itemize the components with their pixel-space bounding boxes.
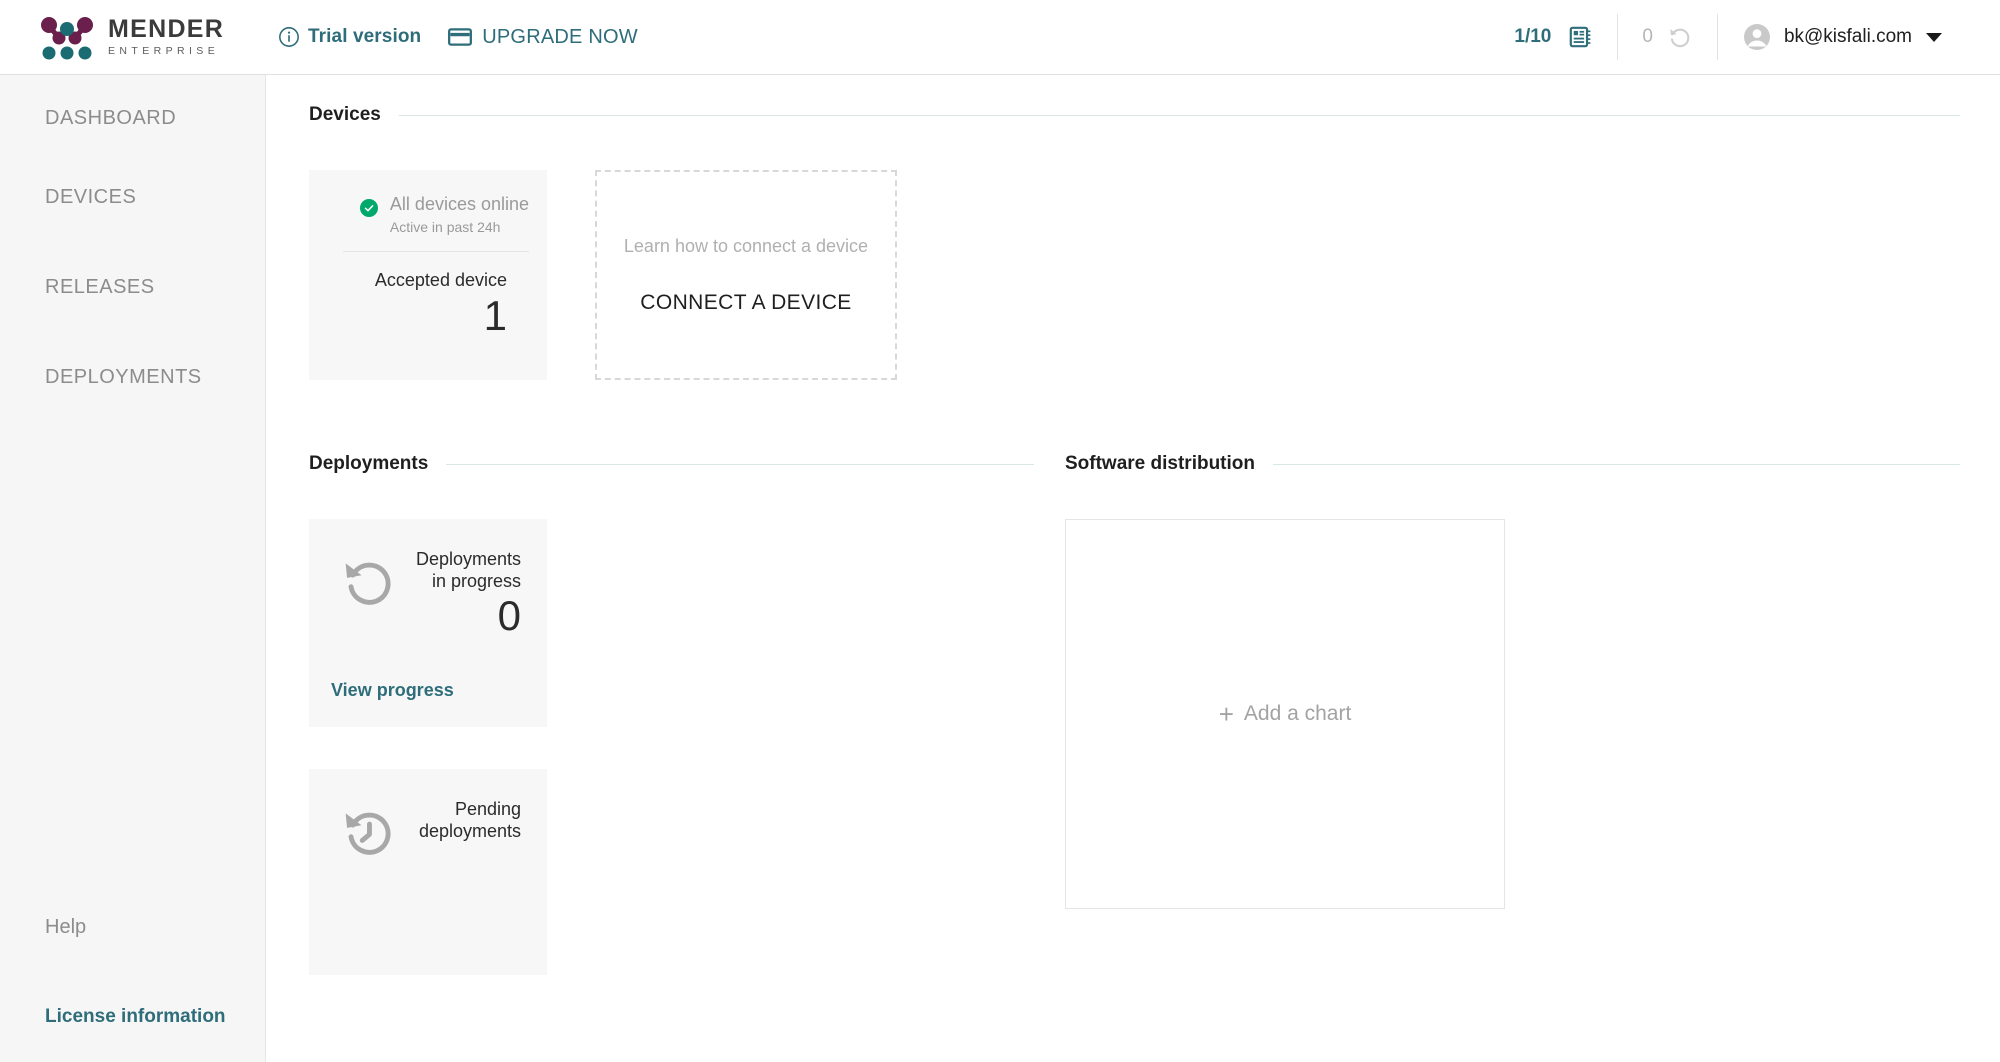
deployments-label-line2: in progress (431, 570, 521, 591)
pending-deployments-tile[interactable]: Pending deployments (309, 769, 547, 976)
history-rotate-icon (1667, 24, 1693, 50)
mender-logo-icon (40, 14, 94, 60)
section-title: Deployments (309, 453, 429, 474)
account-circle-icon (1742, 22, 1772, 52)
add-chart-box[interactable]: + Add a chart (1065, 519, 1505, 909)
devices-section: Devices All devices online Active in pas… (309, 104, 1960, 380)
sidebar-item-dashboard[interactable]: DASHBOARD (0, 75, 265, 152)
trial-version-label: Trial version (308, 26, 422, 47)
sidebar-license-label: License information (45, 1006, 226, 1027)
sidebar-item-label: DASHBOARD (45, 107, 177, 129)
account-email: bk@kisfali.com (1783, 26, 1912, 47)
rotate-left-icon (341, 555, 397, 611)
accepted-devices-tile[interactable]: All devices online Active in past 24h Ac… (309, 170, 547, 380)
account-menu[interactable]: bk@kisfali.com (1718, 14, 1966, 60)
trial-banner: Trial version UPGRADE NOW (278, 24, 638, 50)
device-limit-indicator[interactable]: 1/10 (1490, 14, 1617, 60)
logo-title: MENDER (108, 15, 225, 44)
logo[interactable]: MENDER ENTERPRISE (0, 0, 266, 75)
sidebar-item-deployments[interactable]: DEPLOYMENTS (0, 332, 265, 422)
view-progress-link[interactable]: View progress (331, 680, 525, 727)
sidebar-item-label: DEVICES (45, 185, 137, 208)
add-chart-label: Add a chart (1243, 702, 1352, 725)
section-divider (398, 114, 1960, 116)
accepted-device-body: Accepted device 1 (331, 252, 529, 338)
deployments-in-progress-texts: Deployments in progress 0 (416, 549, 525, 638)
main-content: Devices All devices online Active in pas… (267, 75, 2000, 1062)
sidebar-help-label: Help (45, 915, 87, 938)
plus-icon: + (1218, 699, 1234, 729)
check-circle-icon (359, 199, 378, 217)
section-divider (1273, 463, 1960, 465)
connect-a-device-button[interactable]: CONNECT A DEVICE (640, 291, 851, 315)
deployments-section: Deployments Deployments in progress 0 Vi… (309, 453, 1034, 976)
upgrade-now-button[interactable]: UPGRADE NOW (482, 26, 638, 49)
software-distribution-header: Software distribution (1065, 453, 1960, 475)
sidebar-bottom: Help License information (0, 882, 265, 1062)
add-chart-control[interactable]: + Add a chart (1219, 701, 1352, 727)
accepted-device-value: 1 (483, 291, 507, 339)
sidebar-item-releases[interactable]: RELEASES (0, 242, 265, 332)
pending-label-line2: deployments (418, 820, 521, 841)
history-clock-icon (341, 805, 397, 861)
credit-card-icon[interactable] (447, 24, 473, 50)
logo-subtitle: ENTERPRISE (108, 45, 220, 58)
section-title: Software distribution (1065, 453, 1255, 474)
devices-row: All devices online Active in past 24h Ac… (309, 170, 1960, 380)
sidebar-item-help[interactable]: Help (0, 882, 265, 972)
pending-deployments-row: Pending deployments (331, 799, 525, 861)
device-status: All devices online Active in past 24h (331, 194, 529, 251)
connect-a-device-box[interactable]: Learn how to connect a device CONNECT A … (595, 170, 897, 380)
deployments-in-progress-tile[interactable]: Deployments in progress 0 View progress (309, 519, 547, 728)
deployments-in-progress-row: Deployments in progress 0 (331, 549, 525, 638)
accepted-device-label: Accepted device (374, 270, 507, 290)
microchip-icon (1567, 24, 1593, 50)
app-header: MENDER ENTERPRISE Trial version UPGRADE … (0, 0, 2000, 75)
device-limit-value: 1/10 (1514, 26, 1552, 47)
pending-label-line1: Pending (454, 799, 521, 820)
sidebar-item-devices[interactable]: DEVICES (0, 152, 265, 242)
software-distribution-section: Software distribution + Add a chart (1065, 453, 1960, 909)
sidebar: DASHBOARD DEVICES RELEASES DEPLOYMENTS H… (0, 75, 266, 1062)
device-status-main: All devices online (389, 194, 529, 214)
sidebar-item-label: RELEASES (45, 275, 155, 298)
sidebar-item-label: DEPLOYMENTS (45, 365, 202, 388)
deployments-in-progress-value: 0 (497, 592, 521, 640)
devices-section-header: Devices (309, 104, 1960, 126)
pending-deployments-texts: Pending deployments (419, 799, 525, 842)
pending-count-value: 0 (1642, 26, 1653, 47)
deployments-label-line1: Deployments (415, 549, 521, 569)
header-right-cluster: 1/10 0 bk@kisfali.com (1490, 0, 2000, 75)
connect-device-subtitle: Learn how to connect a device (623, 235, 869, 256)
deployments-section-header: Deployments (309, 453, 1034, 475)
pending-devices-indicator[interactable]: 0 (1618, 14, 1717, 60)
info-circle-icon (278, 26, 300, 48)
chevron-down-icon[interactable] (1926, 32, 1942, 42)
sidebar-item-license-information[interactable]: License information (0, 972, 265, 1062)
section-divider (446, 463, 1034, 465)
device-status-sub: Active in past 24h (389, 219, 501, 235)
section-title: Devices (309, 104, 381, 125)
